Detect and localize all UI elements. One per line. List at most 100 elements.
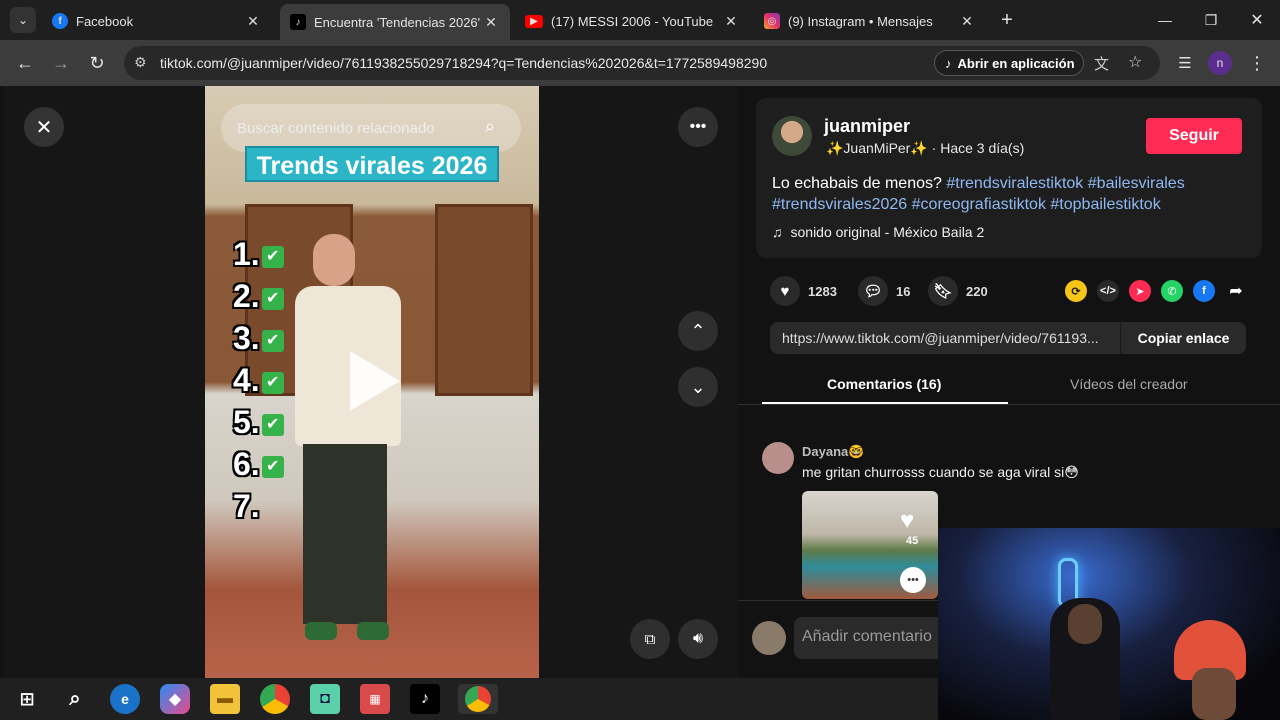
video-player[interactable]: Buscar contenido relacionado ⌕ Trends vi… — [205, 86, 539, 678]
list-number: 6. ✔ — [233, 446, 284, 483]
video-scene-door — [435, 204, 533, 396]
comment-input[interactable]: Añadir comentario — [794, 617, 954, 659]
close-tab-icon[interactable]: ✕ — [482, 14, 500, 31]
close-window-button[interactable]: ✕ — [1244, 7, 1270, 33]
bookmark-star-icon[interactable]: ☆ — [1128, 52, 1142, 72]
profile-avatar[interactable]: n — [1208, 51, 1232, 75]
author-username[interactable]: juanmiper — [824, 116, 910, 137]
comment-text: me gritan churrosss cuando se aga viral … — [802, 464, 1079, 480]
whatsapp-icon[interactable]: ✆ — [1161, 280, 1183, 302]
heart-icon[interactable]: ♥ — [900, 507, 914, 535]
next-video-button[interactable]: ⌄ — [678, 367, 718, 407]
comment-icon: 💬︎ — [858, 276, 888, 306]
hashtag-link[interactable]: #trendsviralestiktok — [946, 175, 1083, 192]
comment-image-likes: 45 — [906, 535, 919, 547]
back-arrow-icon[interactable]: ← — [12, 50, 38, 76]
hashtag-link[interactable]: #topbailestiktok — [1050, 196, 1160, 213]
comment-author[interactable]: Dayana🤓 — [802, 444, 864, 460]
browser-toolbar: ← → ↻ ⚙ tiktok.com/@juanmiper/video/7611… — [0, 40, 1280, 86]
youtube-icon: ▶ — [525, 14, 543, 28]
music-link[interactable]: ♫ sonido original - México Baila 2 — [772, 224, 984, 240]
copilot-icon[interactable]: ◆ — [160, 684, 190, 714]
send-icon[interactable]: ➤ — [1129, 280, 1151, 302]
close-tab-icon[interactable]: ✕ — [722, 13, 740, 30]
minimize-button[interactable]: — — [1152, 7, 1178, 33]
close-video-button[interactable]: ✕ — [24, 107, 64, 147]
tab-divider — [738, 404, 1280, 405]
play-icon[interactable] — [350, 351, 400, 411]
like-button[interactable]: ♥ 1283 — [770, 276, 837, 306]
list-number: 2. ✔ — [233, 278, 284, 315]
more-options-button[interactable]: ••• — [678, 107, 718, 147]
translate-icon[interactable]: 文 — [1094, 53, 1109, 74]
related-search-placeholder: Buscar contenido relacionado — [237, 120, 435, 137]
device-switch-icon[interactable]: ⧉ — [630, 619, 670, 659]
share-arrow-icon[interactable]: ➦ — [1225, 280, 1247, 302]
facebook-share-icon[interactable]: f — [1193, 280, 1215, 302]
embed-icon[interactable]: </> — [1097, 280, 1119, 302]
comment-image[interactable]: ♥ 45 ••• — [802, 491, 938, 599]
tab-tiktok[interactable]: ♪ Encuentra 'Tendencias 2026' en ✕ — [280, 4, 510, 40]
comment-button[interactable]: 💬︎ 16 — [858, 276, 910, 306]
tab-instagram[interactable]: ◎ (9) Instagram • Mensajes ✕ — [754, 6, 986, 36]
tab-search-button[interactable]: ⌄ — [10, 7, 36, 33]
check-icon: ✔ — [261, 287, 284, 310]
browser-tab-bar: ⌄ f Facebook ✕ ♪ Encuentra 'Tendencias 2… — [0, 0, 1280, 40]
app-icon[interactable]: ◘ — [310, 684, 340, 714]
facebook-icon: f — [52, 13, 68, 29]
hashtag-link[interactable]: #bailesvirales — [1088, 175, 1185, 192]
save-button[interactable]: 🔖︎ 220 — [928, 276, 988, 306]
repost-icon[interactable]: ⟳ — [1065, 280, 1087, 302]
copy-link-button[interactable]: Copiar enlace — [1120, 322, 1246, 354]
menu-icon[interactable]: ⋮ — [1244, 50, 1270, 76]
reload-icon[interactable]: ↻ — [84, 50, 110, 76]
tab-comments[interactable]: Comentarios (16) — [827, 376, 941, 392]
tiktok-icon: ♪ — [290, 14, 306, 30]
check-icon: ✔ — [261, 245, 284, 268]
open-in-app-button[interactable]: ♪ Abrir en aplicación — [934, 50, 1084, 76]
music-title: sonido original - México Baila 2 — [790, 224, 985, 240]
bookmark-icon: 🔖︎ — [928, 276, 958, 306]
volume-icon[interactable]: 🔊︎ — [678, 619, 718, 659]
tab-title: Facebook — [76, 13, 134, 29]
address-bar[interactable]: ⚙ tiktok.com/@juanmiper/video/7611938255… — [124, 46, 1160, 80]
more-icon[interactable]: ••• — [900, 567, 926, 593]
follow-button[interactable]: Seguir — [1146, 118, 1242, 154]
previous-video-button[interactable]: ⌃ — [678, 311, 718, 351]
search-icon[interactable]: ⌕ — [485, 116, 495, 137]
video-person — [295, 226, 405, 656]
tab-facebook[interactable]: f Facebook ✕ — [42, 6, 272, 36]
instagram-icon: ◎ — [764, 13, 780, 29]
tab-creator-videos[interactable]: Vídeos del creador — [1070, 376, 1188, 392]
video-description: Lo echabais de menos? #trendsviralestikt… — [772, 173, 1252, 215]
related-search-box[interactable]: Buscar contenido relacionado ⌕ — [221, 104, 521, 152]
search-icon[interactable]: ⌕ — [60, 684, 90, 714]
restore-button[interactable]: ❐ — [1198, 7, 1224, 33]
hashtag-link[interactable]: #coreografiastiktok — [912, 196, 1046, 213]
video-link-text[interactable]: https://www.tiktok.com/@juanmiper/video/… — [782, 330, 1118, 346]
media-controls-icon[interactable]: ☰ — [1172, 50, 1198, 76]
new-tab-button[interactable]: + — [994, 7, 1020, 33]
site-info-icon[interactable]: ⚙ — [134, 54, 147, 71]
hashtag-link[interactable]: #trendsvirales2026 — [772, 196, 907, 213]
author-avatar[interactable] — [772, 116, 812, 156]
webcam-overlay — [938, 528, 1280, 720]
close-tab-icon[interactable]: ✕ — [244, 13, 262, 30]
chrome-profile-icon[interactable] — [458, 684, 498, 714]
list-number: 5. ✔ — [233, 404, 284, 441]
commenter-avatar[interactable] — [762, 442, 794, 474]
edge-icon[interactable]: e — [110, 684, 140, 714]
user-avatar — [752, 621, 786, 655]
tiktok-icon[interactable]: ♪ — [410, 684, 440, 714]
file-explorer-icon[interactable]: ▬ — [210, 684, 240, 714]
start-icon[interactable]: ⊞ — [12, 684, 42, 714]
chrome-icon[interactable] — [260, 684, 290, 714]
close-tab-icon[interactable]: ✕ — [958, 13, 976, 30]
check-icon: ✔ — [261, 455, 284, 478]
tab-youtube[interactable]: ▶ (17) MESSI 2006 - YouTube ✕ — [515, 6, 750, 36]
url-text[interactable]: tiktok.com/@juanmiper/video/761193825502… — [160, 55, 767, 71]
forward-arrow-icon[interactable]: → — [48, 50, 74, 76]
calendar-icon[interactable]: ▦ — [360, 684, 390, 714]
list-number: 4. ✔ — [233, 362, 284, 399]
tab-title: Encuentra 'Tendencias 2026' en — [314, 14, 482, 30]
